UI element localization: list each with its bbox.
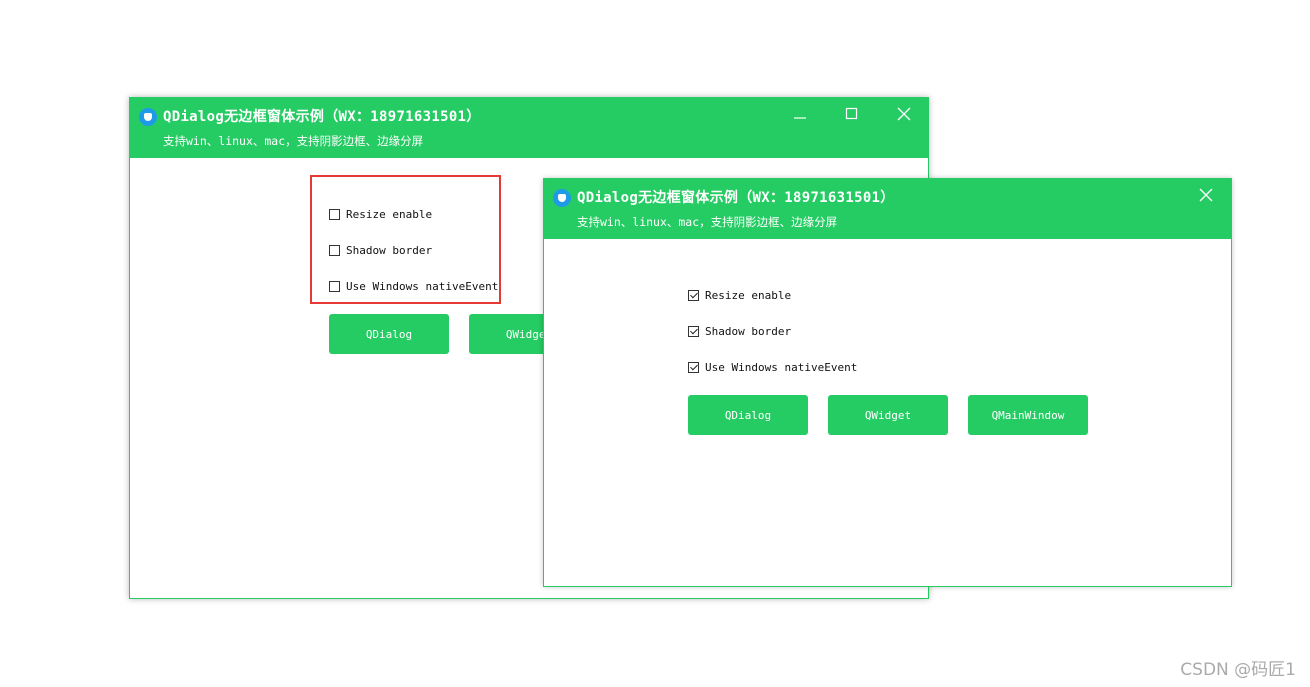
close-icon[interactable] (1192, 183, 1220, 207)
qdialog-button[interactable]: QDialog (329, 314, 449, 354)
highlight-box (310, 175, 501, 304)
watermark: CSDN @码匠1 (1180, 660, 1296, 680)
dialog-content: Resize enable Shadow border Use Windows … (544, 239, 1231, 586)
qmainwindow-button[interactable]: QMainWindow (968, 395, 1088, 435)
shadow-border-checkbox[interactable]: Shadow border (688, 325, 791, 338)
checkbox-box[interactable] (688, 326, 699, 337)
checkbox-label: Resize enable (705, 289, 792, 302)
title-bar[interactable]: QDialog无边框窗体示例（WX：18971631501） 支持win、lin… (130, 98, 928, 158)
checkbox-box[interactable] (688, 290, 699, 301)
dialog-window-front: QDialog无边框窗体示例（WX：18971631501） 支持win、lin… (543, 178, 1232, 587)
window-subtitle: 支持win、linux、mac，支持阴影边框、边缘分屏 (163, 134, 424, 148)
window-title: QDialog无边框窗体示例（WX：18971631501） (163, 109, 481, 125)
app-logo-icon (553, 189, 571, 207)
title-bar[interactable]: QDialog无边框窗体示例（WX：18971631501） 支持win、lin… (544, 179, 1231, 239)
close-icon[interactable] (890, 102, 918, 126)
qwidget-button[interactable]: QWidget (828, 395, 948, 435)
minimize-icon[interactable] (786, 102, 814, 126)
maximize-icon[interactable] (838, 102, 866, 126)
native-event-checkbox[interactable]: Use Windows nativeEvent (688, 361, 857, 374)
window-title: QDialog无边框窗体示例（WX：18971631501） (577, 190, 895, 206)
app-logo-icon (139, 108, 157, 126)
window-subtitle: 支持win、linux、mac，支持阴影边框、边缘分屏 (577, 215, 838, 229)
checkbox-label: Use Windows nativeEvent (705, 361, 858, 374)
resize-enable-checkbox[interactable]: Resize enable (688, 289, 791, 302)
checkbox-label: Shadow border (705, 325, 792, 338)
qdialog-button[interactable]: QDialog (688, 395, 808, 435)
checkbox-box[interactable] (688, 362, 699, 373)
